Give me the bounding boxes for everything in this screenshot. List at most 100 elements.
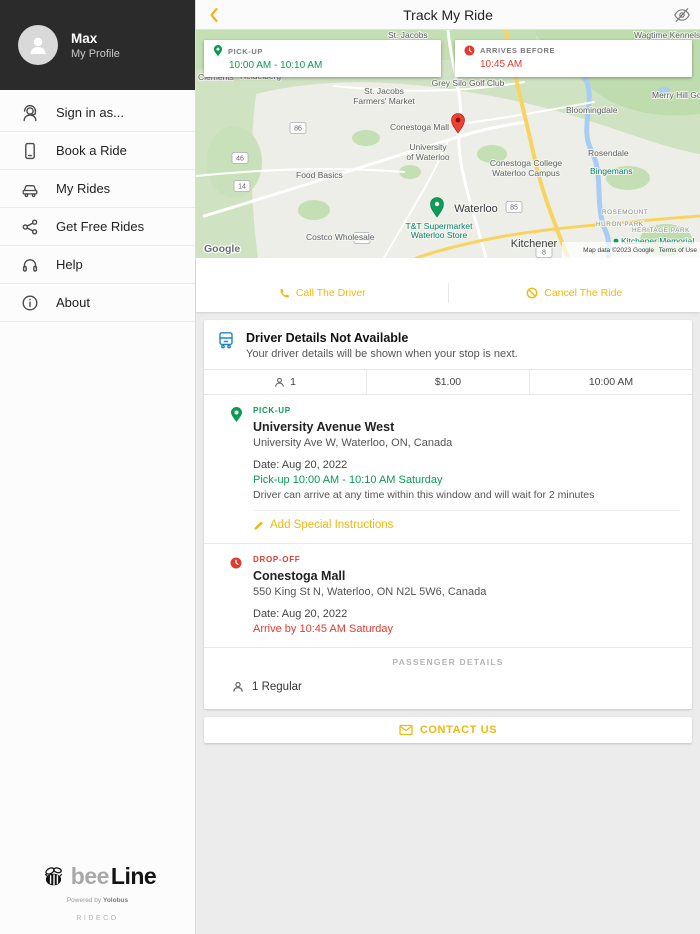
- driver-status-subtitle: Your driver details will be shown when y…: [246, 348, 518, 361]
- platform-label: RIDECO: [76, 915, 119, 922]
- profile-name: Max: [71, 30, 98, 46]
- ride-stats-row: 1 $1.00 10:00 AM: [204, 369, 692, 396]
- info-icon: [22, 294, 38, 311]
- sidebar: Max My Profile Sign in as... Book a Ride…: [0, 0, 196, 934]
- map-label: Farmers' Market: [353, 96, 415, 106]
- ride-card: Driver Details Not Available Your driver…: [204, 320, 692, 710]
- main-pane: Track My Ride 86 46 14 7 85 8 St. Jacobs…: [196, 0, 700, 934]
- riders-count: 1: [290, 376, 296, 389]
- cancel-ride-label: Cancel The Ride: [544, 287, 623, 299]
- svg-text:85: 85: [510, 205, 518, 212]
- pickup-pin-icon: [213, 45, 223, 57]
- call-driver-button[interactable]: Call The Driver: [196, 283, 448, 303]
- pickup-summary-card: PICK-UP 10:00 AM - 10:10 AM: [204, 40, 441, 77]
- sidebar-item-sign-in-as[interactable]: Sign in as...: [0, 94, 195, 132]
- passenger-details-header: PASSENGER DETAILS: [204, 647, 692, 671]
- fare-value: $1.00: [434, 376, 462, 389]
- eye-off-icon: [674, 7, 690, 22]
- map-label: Costco Wholesale: [306, 232, 375, 242]
- map-label: Waterloo Store: [411, 230, 468, 240]
- dropoff-label: DROP-OFF: [253, 555, 301, 565]
- car-icon: [22, 184, 38, 197]
- sidebar-item-label: Get Free Rides: [56, 219, 145, 234]
- dropoff-date: Date: Aug 20, 2022: [253, 608, 348, 621]
- map-label: Conestoga College: [490, 158, 563, 168]
- hide-map-button[interactable]: [664, 0, 700, 30]
- pickup-pin-icon: [231, 407, 242, 423]
- trip-summary: PICK-UP 10:00 AM - 10:10 AM ARRIVES BEFO…: [204, 40, 692, 77]
- phone-icon: [280, 289, 289, 298]
- phone-device-icon: [25, 142, 35, 159]
- arrives-summary-time: 10:45 AM: [480, 59, 523, 70]
- rider-icon: [275, 377, 284, 387]
- bee-icon: [44, 866, 62, 885]
- sidebar-item-my-rides[interactable]: My Rides: [0, 170, 195, 208]
- map-label: Conestoga Mall: [390, 122, 449, 132]
- pickup-note: Driver can arrive at any time within thi…: [253, 489, 595, 502]
- pickup-summary-label: PICK-UP: [228, 46, 264, 56]
- time-stat: 10:00 AM: [529, 370, 692, 395]
- chevron-left-icon: [209, 7, 218, 22]
- cancel-ride-button[interactable]: Cancel The Ride: [447, 283, 700, 303]
- profile-row[interactable]: Max My Profile: [0, 0, 195, 90]
- top-bar: Track My Ride: [196, 0, 700, 30]
- sidebar-item-help[interactable]: Help: [0, 246, 195, 284]
- road-shield-86: 86: [289, 122, 307, 134]
- sidebar-item-label: Book a Ride: [56, 143, 127, 158]
- passenger-entry: 1 Regular: [252, 681, 302, 694]
- arrives-clock-icon: [464, 45, 475, 56]
- map-label: Grey Silo Golf Club: [432, 78, 505, 88]
- envelope-icon: [399, 725, 413, 736]
- bus-icon: [219, 332, 233, 349]
- map-label: Rosendale: [588, 148, 629, 158]
- contact-us-label: CONTACT US: [419, 724, 498, 737]
- time-value: 10:00 AM: [588, 376, 634, 389]
- headphones-icon: [22, 258, 38, 272]
- fare-stat: $1.00: [366, 370, 529, 395]
- add-special-instructions-label: Add Special Instructions: [270, 519, 394, 532]
- map-label-city: Kitchener: [511, 238, 558, 250]
- map-label: ROSEMOUNT: [602, 209, 648, 216]
- person-icon: [30, 37, 46, 54]
- pickup-summary-time: 10:00 AM - 10:10 AM: [229, 60, 323, 71]
- back-button[interactable]: [196, 0, 230, 30]
- road-shield-14: 14: [233, 180, 251, 192]
- pickup-name: University Avenue West: [253, 420, 395, 435]
- ride-actions-bar: Call The Driver Cancel The Ride: [196, 258, 700, 312]
- share-network-icon: [22, 218, 38, 235]
- sidebar-item-get-free-rides[interactable]: Get Free Rides: [0, 208, 195, 246]
- map-label: Waterloo Campus: [492, 168, 560, 178]
- passenger-row: 1 Regular: [204, 671, 692, 709]
- map-label: Food Basics: [296, 170, 343, 180]
- dropoff-clock-icon: [230, 557, 242, 569]
- map-label: Bloomingdale: [566, 105, 618, 115]
- dropoff-section: DROP-OFF Conestoga Mall 550 King St N, W…: [204, 543, 692, 647]
- add-special-instructions-button[interactable]: Add Special Instructions: [253, 510, 680, 531]
- sidebar-item-book-a-ride[interactable]: Book a Ride: [0, 132, 195, 170]
- contact-us-button[interactable]: CONTACT US: [204, 717, 692, 744]
- map-label: Merry Hill Golf: [652, 90, 700, 100]
- svg-text:86: 86: [294, 126, 302, 133]
- powered-by: Powered by Yolobus: [66, 897, 129, 904]
- map-label: St. Jacobs: [388, 30, 428, 40]
- google-logo[interactable]: Google: [203, 242, 242, 257]
- map-label-city: Waterloo: [454, 203, 498, 215]
- sidebar-item-label: Sign in as...: [56, 105, 124, 120]
- driver-status-row: Driver Details Not Available Your driver…: [204, 320, 692, 369]
- pickup-date: Date: Aug 20, 2022: [253, 459, 348, 472]
- pickup-label: PICK-UP: [253, 406, 291, 416]
- pickup-section: PICK-UP University Avenue West Universit…: [204, 395, 692, 543]
- dropoff-name: Conestoga Mall: [253, 569, 346, 584]
- dropoff-arrive-by: Arrive by 10:45 AM Saturday: [253, 623, 394, 636]
- sidebar-menu: Sign in as... Book a Ride My Rides Get F…: [0, 94, 195, 322]
- map-container[interactable]: 86 46 14 7 85 8 St. Jacobs Wagtime Kenne…: [196, 30, 700, 258]
- agent-headset-icon: [23, 104, 37, 121]
- map-label: University: [409, 142, 447, 152]
- sidebar-item-about[interactable]: About: [0, 284, 195, 322]
- brand-bee-text: bee: [70, 863, 110, 889]
- map-label: Wagtime Kennels: [634, 30, 700, 40]
- terms-of-use-link[interactable]: Terms of Use: [659, 247, 698, 254]
- arrives-summary-card: ARRIVES BEFORE 10:45 AM: [455, 40, 692, 77]
- sidebar-item-label: My Rides: [56, 181, 111, 196]
- call-driver-label: Call The Driver: [295, 287, 366, 299]
